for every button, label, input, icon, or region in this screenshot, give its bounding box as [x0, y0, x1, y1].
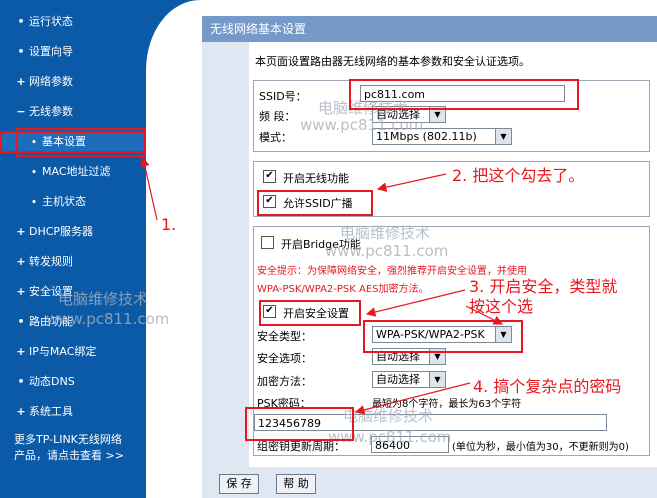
watermark-cn: 电脑维修技术 [58, 290, 149, 308]
sidebar-item-mac-filter[interactable]: • MAC地址过滤 [0, 161, 146, 183]
watermark-url: www.pc811.com [325, 242, 449, 260]
security-option-label: 安全选项： [257, 352, 312, 365]
enable-wireless-checkbox[interactable]: ✔ [263, 170, 276, 183]
mode-label: 模式： [259, 131, 292, 144]
sidebar-item-system-tools[interactable]: + 系统工具 [0, 401, 146, 423]
more-products-line2: 产品，请点击查看 >> [14, 449, 124, 462]
sidebar-item-ip-mac-binding[interactable]: + IP与MAC绑定 [0, 341, 146, 363]
highlight-basic-settings [16, 128, 146, 157]
sidebar-item-label: 设置向导 [29, 45, 73, 58]
sidebar-item-network[interactable]: + 网络参数 [0, 71, 146, 93]
sidebar-item-label: 动态DNS [29, 375, 75, 388]
sidebar-curve [146, 0, 200, 498]
annotation-step1: 1. [161, 215, 177, 234]
highlight-ssid [349, 79, 579, 110]
security-type-label: 安全类型： [257, 330, 312, 343]
sidebar-item-label: 网络参数 [29, 75, 73, 88]
chevron-down-icon: ▼ [495, 129, 511, 144]
watermark-url: www.pc811.com [46, 310, 170, 328]
sidebar-item-label: IP与MAC绑定 [29, 345, 97, 358]
button-bar [202, 467, 657, 498]
sidebar-item-dhcp[interactable]: + DHCP服务器 [0, 221, 146, 243]
ssid-label: SSID号： [259, 90, 307, 103]
save-button[interactable]: 保 存 [219, 474, 259, 494]
panel-title: 无线网络基本设置 [202, 16, 657, 42]
sidebar-item-label: 运行状态 [29, 15, 73, 28]
highlight-ssid-broadcast [257, 190, 373, 216]
annotation-step4: 4. 搞个复杂点的密码 [473, 377, 622, 396]
sidebar-item-label: 主机状态 [42, 195, 86, 208]
highlight-security-type [363, 320, 523, 353]
page-description: 本页面设置路由器无线网络的基本参数和安全认证选项。 [255, 55, 530, 68]
security-warning-line2: WPA-PSK/WPA2-PSK AES加密方法。 [257, 284, 429, 295]
sidebar-item-forwarding[interactable]: + 转发规则 [0, 251, 146, 273]
sidebar-item-label: MAC地址过滤 [42, 165, 111, 178]
channel-label: 频 段： [259, 110, 296, 123]
enable-wireless-label: 开启无线功能 [283, 172, 349, 185]
sidebar-item-label: 转发规则 [29, 255, 73, 268]
sidebar-item-status[interactable]: • 运行状态 [0, 11, 146, 33]
encryption-select[interactable]: 自动选择 ▼ [372, 371, 446, 388]
rekey-period-hint: (单位为秒，最小值为30，不更新则为0) [452, 442, 629, 453]
highlight-psk-password [245, 407, 354, 441]
more-products-link[interactable]: 更多TP-LINK无线网络 产品，请点击查看 >> [14, 432, 144, 464]
enable-bridge-checkbox[interactable] [261, 236, 274, 249]
encryption-label: 加密方法： [257, 375, 312, 388]
sidebar-item-wizard[interactable]: • 设置向导 [0, 41, 146, 63]
annotation-step2: 2. 把这个勾去了。 [452, 166, 585, 185]
watermark-cn: 电脑维修技术 [343, 407, 434, 425]
annotation-step3-line2: 按这个选 [469, 297, 534, 316]
watermark-cn: 电脑维修技术 [340, 224, 431, 242]
highlight-enable-security [259, 300, 361, 326]
more-products-line1: 更多TP-LINK无线网络 [14, 433, 122, 446]
help-button[interactable]: 帮 助 [276, 474, 316, 494]
watermark-url: www.pc811.com [300, 116, 424, 134]
sidebar-item-wireless[interactable]: − 无线参数 [0, 101, 146, 123]
sidebar-item-label: DHCP服务器 [29, 225, 94, 238]
sidebar-item-label: 系统工具 [29, 405, 73, 418]
chevron-down-icon: ▼ [429, 372, 445, 387]
sidebar-item-label: 无线参数 [29, 105, 73, 118]
sidebar-item-host-status[interactable]: • 主机状态 [0, 191, 146, 213]
sidebar-item-ddns[interactable]: • 动态DNS [0, 371, 146, 393]
